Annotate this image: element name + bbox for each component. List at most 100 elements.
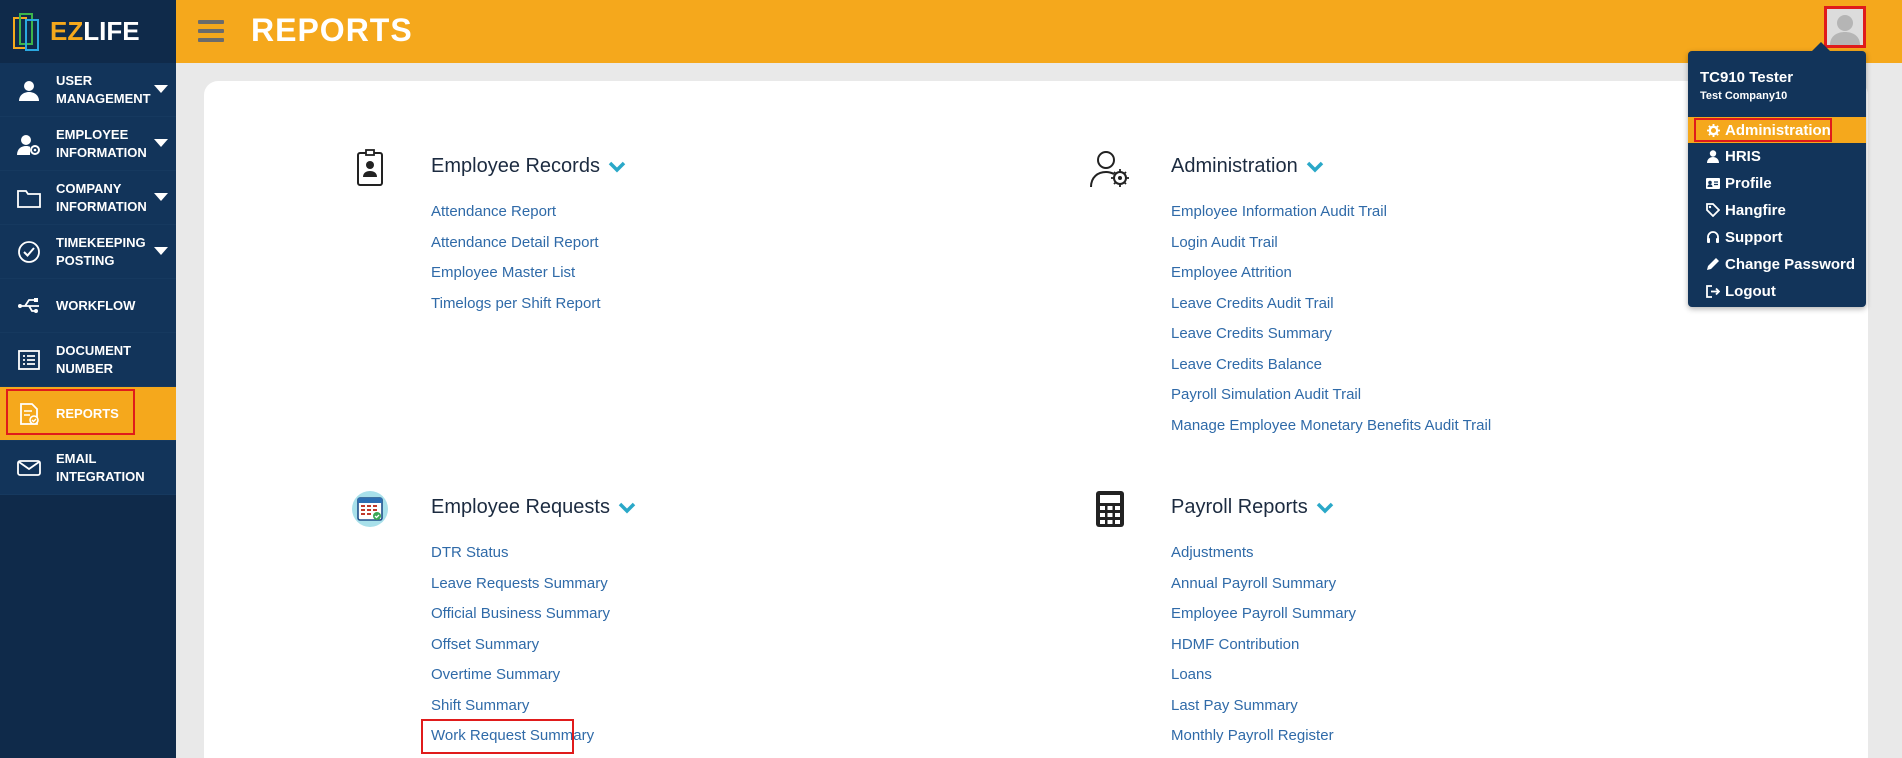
menu-item-label: Hangfire <box>1725 201 1786 219</box>
menu-item-hris[interactable]: HRIS <box>1688 143 1866 169</box>
caret-down-icon <box>154 247 168 255</box>
administration-links: Employee Information Audit Trail Login A… <box>1171 203 1491 447</box>
logo-text: EZLIFE <box>50 16 140 46</box>
page-title: REPORTS <box>251 12 413 48</box>
chevron-down-icon <box>1306 161 1323 172</box>
section-title-employee-records[interactable]: Employee Records <box>431 155 626 178</box>
highlight-administration <box>1694 118 1832 142</box>
sidebar-item-label: INFORMATION <box>56 198 147 214</box>
logo-icon <box>13 12 39 51</box>
sidebar-item-label: USER <box>56 72 93 88</box>
report-link[interactable]: Overtime Summary <box>431 666 610 697</box>
report-link[interactable]: Loans <box>1171 666 1356 697</box>
menu-item-profile[interactable]: Profile <box>1688 170 1866 196</box>
top-bar: REPORTS <box>176 0 1902 63</box>
user-icon <box>16 77 42 103</box>
usb-icon <box>16 293 42 319</box>
chevron-down-icon <box>608 161 626 172</box>
menu-item-label: Logout <box>1725 282 1776 300</box>
user-name: TC910 Tester <box>1700 69 1794 86</box>
user-avatar-icon <box>1830 15 1860 45</box>
menu-item-change-password[interactable]: Change Password <box>1688 251 1866 277</box>
dropdown-caret <box>1812 42 1830 51</box>
caret-down-icon <box>154 85 168 93</box>
tags-icon <box>1706 203 1720 217</box>
payroll-reports-links: Adjustments Annual Payroll Summary Emplo… <box>1171 544 1356 758</box>
menu-item-label: Support <box>1725 228 1783 246</box>
report-link[interactable]: Official Business Summary <box>431 605 610 636</box>
sidebar-item-label: WORKFLOW <box>56 297 136 313</box>
sidebar-item-label: EMPLOYEE <box>56 126 129 142</box>
caret-down-icon <box>154 139 168 147</box>
check-circle-icon <box>16 239 42 265</box>
pencil-icon <box>1706 257 1720 271</box>
report-link[interactable]: Timelogs per Shift Report <box>431 295 601 326</box>
highlight-work-request-summary <box>421 719 574 754</box>
caret-down-icon <box>154 193 168 201</box>
headset-icon <box>1706 230 1720 244</box>
list-icon <box>16 347 42 373</box>
sign-out-icon <box>1706 284 1720 298</box>
sidebar-item-timekeeping-posting[interactable]: TIMEKEEPING POSTING <box>0 225 176 279</box>
report-link[interactable]: Login Audit Trail <box>1171 234 1491 265</box>
report-link[interactable]: Employee Information Audit Trail <box>1171 203 1491 234</box>
report-link[interactable]: HDMF Contribution <box>1171 636 1356 667</box>
sidebar-item-email-integration[interactable]: EMAIL INTEGRATION <box>0 441 176 495</box>
sidebar-item-employee-information[interactable]: EMPLOYEE INFORMATION <box>0 117 176 171</box>
calculator-icon <box>1088 487 1132 531</box>
highlight-reports <box>6 389 135 435</box>
id-badge-icon <box>348 146 392 190</box>
report-link[interactable]: Leave Credits Summary <box>1171 325 1491 356</box>
report-link[interactable]: Employee Payroll Summary <box>1171 605 1356 636</box>
hamburger-menu-icon[interactable] <box>198 20 224 42</box>
section-title-payroll-reports[interactable]: Payroll Reports <box>1171 496 1334 519</box>
chevron-down-icon <box>1316 502 1333 513</box>
sidebar-item-label: NUMBER <box>56 360 114 376</box>
menu-item-hangfire[interactable]: Hangfire <box>1688 197 1866 223</box>
report-link[interactable]: Attendance Report <box>431 203 601 234</box>
report-link[interactable]: Attendance Detail Report <box>431 234 601 265</box>
menu-item-logout[interactable]: Logout <box>1688 278 1866 304</box>
report-link[interactable]: Leave Requests Summary <box>431 575 610 606</box>
menu-item-label: Change Password <box>1725 255 1856 273</box>
sidebar-item-label: DOCUMENT <box>56 342 132 358</box>
sidebar-item-label: INTEGRATION <box>56 468 145 484</box>
menu-item-support[interactable]: Support <box>1688 224 1866 250</box>
menu-item-label: HRIS <box>1725 147 1761 165</box>
report-link[interactable]: DTR Status <box>431 544 610 575</box>
sidebar-item-company-information[interactable]: COMPANY INFORMATION <box>0 171 176 225</box>
user-icon <box>1706 149 1720 163</box>
report-link[interactable]: Employee Master List <box>431 264 601 295</box>
sidebar-item-label: EMAIL <box>56 450 97 466</box>
report-link[interactable]: Last Pay Summary <box>1171 697 1356 728</box>
report-link[interactable]: Adjustments <box>1171 544 1356 575</box>
report-link[interactable]: Leave Credits Audit Trail <box>1171 295 1491 326</box>
menu-item-label: Profile <box>1725 174 1772 192</box>
app-logo[interactable]: EZLIFE <box>0 0 176 63</box>
sidebar-item-document-number[interactable]: DOCUMENT NUMBER <box>0 333 176 387</box>
report-link[interactable]: Employee Attrition <box>1171 264 1491 295</box>
employee-records-links: Attendance Report Attendance Detail Repo… <box>431 203 601 325</box>
id-card-icon <box>1706 176 1720 190</box>
calendar-check-icon <box>348 487 392 531</box>
report-link[interactable]: Annual Payroll Summary <box>1171 575 1356 606</box>
sidebar-item-label: TIMEKEEPING <box>56 234 146 250</box>
report-link[interactable]: Leave Credits Balance <box>1171 356 1491 387</box>
sidebar-item-workflow[interactable]: WORKFLOW <box>0 279 176 333</box>
section-title-employee-requests[interactable]: Employee Requests <box>431 496 636 519</box>
user-gear-outline-icon <box>1088 146 1132 190</box>
report-link[interactable]: Offset Summary <box>431 636 610 667</box>
envelope-icon <box>16 455 42 481</box>
chevron-down-icon <box>618 502 636 513</box>
report-link[interactable]: Monthly Payroll Register <box>1171 727 1356 758</box>
user-menu-dropdown: TC910 Tester Test Company10 Administrati… <box>1688 42 1866 307</box>
sidebar: EZLIFE USER MANAGEMENT EMPLOYEE INFORMATIO… <box>0 0 176 758</box>
sidebar-item-label: INFORMATION <box>56 144 147 160</box>
reports-card: Employee Records Attendance Report Atten… <box>204 81 1868 758</box>
sidebar-item-user-management[interactable]: USER MANAGEMENT <box>0 63 176 117</box>
report-link[interactable]: Manage Employee Monetary Benefits Audit … <box>1171 417 1491 448</box>
section-title-administration[interactable]: Administration <box>1171 155 1324 178</box>
avatar[interactable] <box>1824 6 1866 48</box>
sidebar-item-label: POSTING <box>56 252 115 268</box>
report-link[interactable]: Payroll Simulation Audit Trail <box>1171 386 1491 417</box>
